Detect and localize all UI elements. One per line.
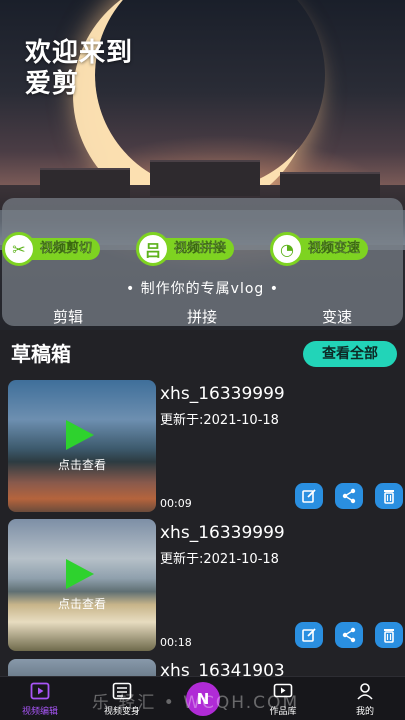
edit-icon	[302, 489, 316, 503]
video-edit-icon	[29, 681, 51, 701]
share-button[interactable]	[335, 483, 363, 509]
share-icon	[342, 488, 356, 504]
draft-name: xhs_16339999	[160, 523, 285, 543]
edit-button[interactable]	[295, 483, 323, 509]
edit-button[interactable]	[295, 622, 323, 648]
delete-button[interactable]	[375, 622, 403, 648]
tool-row: ✂ 视频剪切 吕 视频拼接 ◔ 视频变速	[0, 232, 405, 266]
building	[280, 172, 380, 198]
share-button[interactable]	[335, 622, 363, 648]
drafts-title: 草稿箱	[11, 342, 71, 366]
trash-icon	[384, 490, 394, 504]
nav-label: 我的	[355, 707, 374, 717]
tagline: • 制作你的专属vlog •	[125, 281, 280, 297]
profile-icon	[354, 681, 376, 701]
draft-name: xhs_16339999	[160, 384, 285, 404]
nav-video-edit[interactable]: 视频编辑	[0, 681, 80, 720]
draft-duration: 00:18	[160, 636, 192, 649]
feature-tabs: 剪辑 拼接 变速	[0, 306, 405, 328]
draft-thumbnail[interactable]: 点击查看	[8, 519, 156, 651]
draft-actions	[295, 483, 405, 509]
tool-video-merge-button[interactable]: 吕 视频拼接	[136, 232, 235, 266]
edit-icon	[302, 628, 316, 642]
building	[150, 160, 260, 196]
tool-label: 视频变速	[296, 238, 369, 260]
draft-thumbnail[interactable]: 点击查看	[8, 380, 156, 512]
tap-to-view-label: 点击查看	[57, 597, 106, 611]
tab-speed[interactable]: 变速	[297, 306, 377, 327]
delete-button[interactable]	[375, 483, 403, 509]
draft-updated: 更新于:2021-10-18	[160, 552, 279, 567]
tab-merge[interactable]: 拼接	[162, 306, 242, 327]
building	[40, 168, 130, 198]
tool-video-cut-button[interactable]: ✂ 视频剪切	[2, 232, 101, 266]
draft-card[interactable]: 点击查看 xhs_16339999 更新于:2021-10-18 00:18	[8, 519, 405, 651]
play-icon	[66, 420, 94, 450]
watermark: 乐 轻汇 • WCQH.COM	[92, 693, 300, 713]
trash-icon	[384, 629, 394, 643]
nav-label: 视频编辑	[21, 707, 58, 717]
speed-icon: ◔	[270, 232, 304, 266]
nav-profile[interactable]: 我的	[325, 681, 405, 720]
play-icon	[66, 559, 94, 589]
tab-edit[interactable]: 剪辑	[28, 306, 108, 327]
draft-duration: 00:09	[160, 497, 192, 510]
tool-label: 视频剪切	[28, 238, 101, 260]
tap-to-view-label: 点击查看	[57, 458, 106, 472]
view-all-button[interactable]: 查看全部	[303, 341, 397, 367]
tool-label: 视频拼接	[162, 238, 235, 260]
draft-updated: 更新于:2021-10-18	[160, 413, 279, 428]
scissors-icon: ✂	[2, 232, 36, 266]
app-screen: 欢迎来到 爱剪 ✂ 视频剪切 吕 视频拼接 ◔ 视频变速 • 制作你的专属vlo…	[0, 0, 405, 720]
tool-video-speed-button[interactable]: ◔ 视频变速	[270, 232, 369, 266]
merge-icon: 吕	[136, 232, 170, 266]
draft-card[interactable]: 点击查看 xhs_16339999 更新于:2021-10-18 00:09	[8, 380, 405, 512]
welcome-title: 欢迎来到 爱剪	[25, 38, 134, 99]
draft-actions	[295, 622, 405, 648]
share-icon	[342, 627, 356, 643]
